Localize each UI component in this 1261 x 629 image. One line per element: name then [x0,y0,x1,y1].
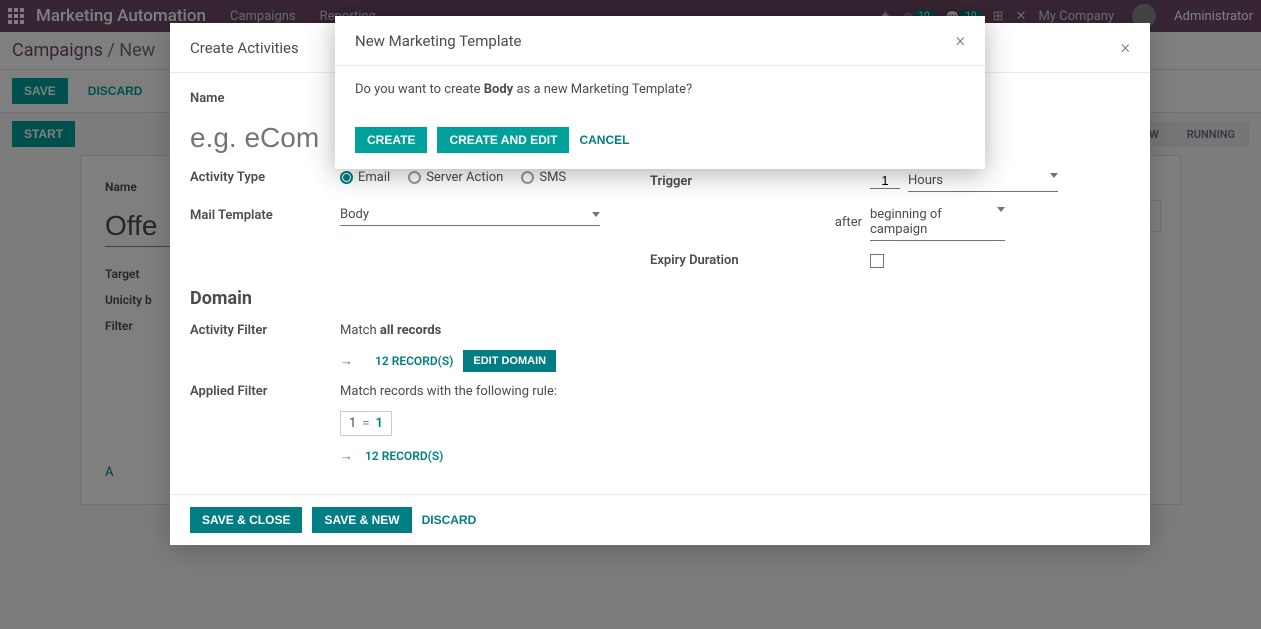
new-template-modal: New Marketing Template × Do you want to … [335,16,985,169]
modal2-title: New Marketing Template [355,32,522,50]
close-icon[interactable]: × [956,30,965,51]
create-button[interactable]: CREATE [355,127,427,153]
confirm-text-prefix: Do you want to create [355,82,484,97]
confirm-text-suffix: as a new Marketing Template? [513,82,692,97]
cancel-button[interactable]: CANCEL [579,133,629,147]
create-and-edit-button[interactable]: CREATE AND EDIT [437,127,569,153]
confirm-text-bold: Body [484,82,514,97]
